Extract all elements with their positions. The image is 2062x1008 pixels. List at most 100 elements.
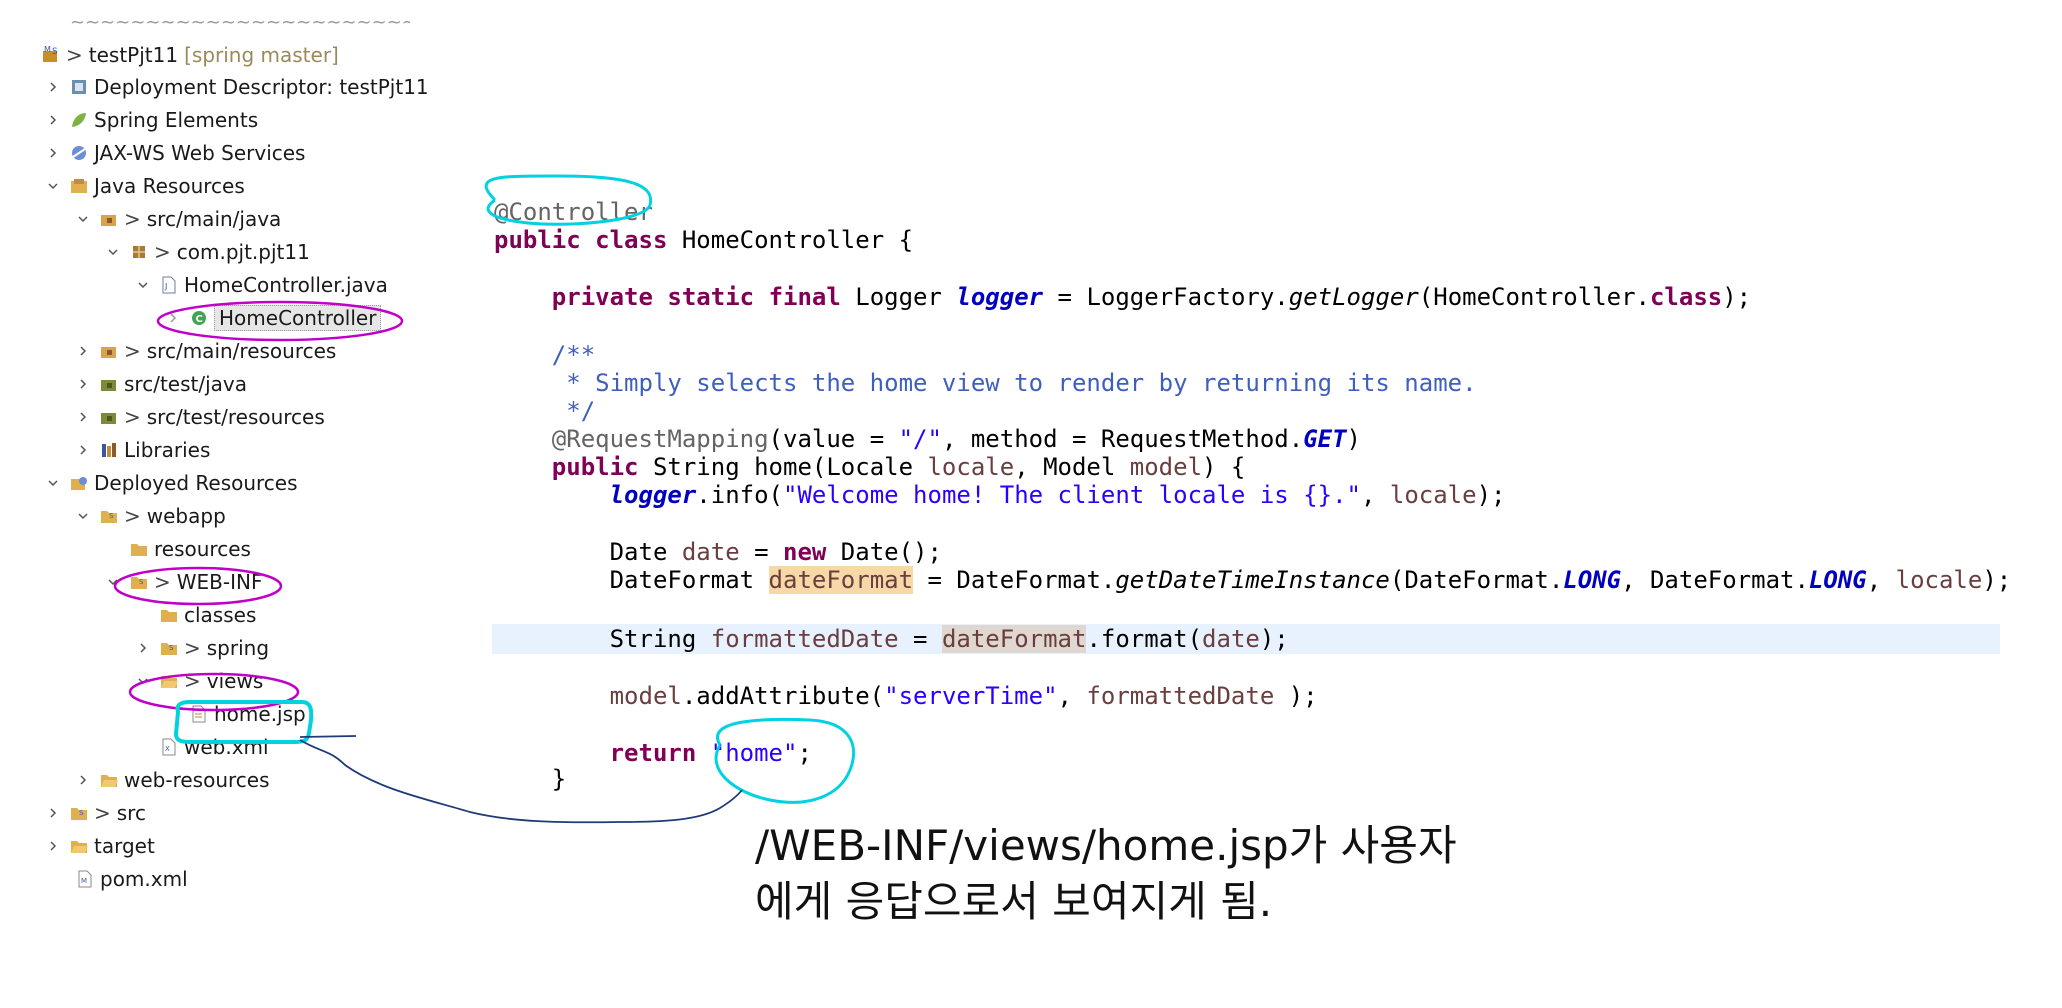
code-line: String formattedDate = dateFormat.format…	[609, 625, 1289, 653]
tree-item-deployment-descriptor[interactable]: Deployment Descriptor: testPjt11	[44, 70, 429, 103]
chevron-right-icon[interactable]	[44, 111, 62, 129]
code-line: public class HomeController {	[494, 226, 914, 254]
tree-label: src/test/java	[124, 371, 247, 396]
tree-item-jaxws[interactable]: JAX-WS Web Services	[44, 136, 305, 169]
tree-item-classes[interactable]: classes	[158, 598, 256, 631]
tree-item-resources[interactable]: resources	[128, 532, 251, 565]
folder-icon: S	[98, 505, 120, 527]
chevron-right-icon[interactable]	[134, 639, 152, 657]
tree-label: webapp	[146, 503, 226, 528]
git-branch-decoration: [spring master]	[184, 42, 339, 67]
tree-label: Deployed Resources	[94, 470, 298, 495]
code-line: @Controller	[494, 198, 653, 226]
tree-label: src/test/resources	[146, 404, 325, 429]
tree-item-spring-elements[interactable]: Spring Elements	[44, 103, 258, 136]
xml-file-icon: X	[158, 736, 180, 758]
chevron-down-icon[interactable]	[104, 573, 122, 591]
java-code-editor[interactable]: @Controller public class HomeController …	[470, 175, 2011, 815]
tree-label: Libraries	[124, 437, 211, 462]
tree-item-java-resources[interactable]: Java Resources	[44, 169, 245, 202]
package-icon	[128, 241, 150, 263]
dirty-marker: >	[184, 635, 201, 660]
tree-item-web-xml[interactable]: X web.xml	[158, 730, 269, 763]
folder-icon: S	[68, 802, 90, 824]
tree-item-target[interactable]: target	[44, 829, 155, 862]
tree-item-homecontroller-java[interactable]: J HomeController.java	[134, 268, 388, 301]
tree-label: src/main/java	[146, 206, 282, 231]
chevron-right-icon[interactable]	[74, 408, 92, 426]
source-folder-icon	[98, 373, 120, 395]
tree-item-package[interactable]: > com.pjt.pjt11	[104, 235, 310, 268]
caption-line-2: 에게 응답으로서 보여지게 됨.	[755, 877, 1273, 926]
chevron-down-icon[interactable]	[134, 276, 152, 294]
chevron-down-icon[interactable]	[44, 474, 62, 492]
chevron-right-icon[interactable]	[44, 804, 62, 822]
chevron-down-icon[interactable]	[74, 507, 92, 525]
svg-text:J: J	[164, 282, 167, 291]
chevron-right-icon[interactable]	[44, 837, 62, 855]
clipped-row: ~~~~~~~~~~~~~~~~~~~~~~~~~~~~~~~~~~	[70, 12, 410, 24]
dirty-marker: >	[154, 569, 171, 594]
tree-item-spring[interactable]: S > spring	[134, 631, 269, 664]
spring-leaf-icon	[68, 109, 90, 131]
tree-item-src-test-java[interactable]: src/test/java	[74, 367, 247, 400]
tree-item-homecontroller-class[interactable]: C HomeController	[164, 301, 382, 334]
chevron-right-icon[interactable]	[44, 78, 62, 96]
tree-item-src[interactable]: S > src	[44, 796, 146, 829]
chevron-right-icon[interactable]	[74, 441, 92, 459]
code-line: public String home(Locale locale, Model …	[551, 453, 1246, 481]
chevron-down-icon[interactable]	[104, 243, 122, 261]
code-line: @RequestMapping(value = "/", method = Re…	[551, 425, 1361, 453]
tree-label: web-resources	[124, 767, 270, 792]
svg-text:S: S	[79, 809, 84, 817]
chevron-right-icon[interactable]	[164, 309, 182, 327]
tree-label: HomeController	[214, 304, 382, 331]
tree-item-webapp[interactable]: S > webapp	[74, 499, 226, 532]
chevron-down-icon[interactable]	[44, 177, 62, 195]
folder-icon	[128, 538, 150, 560]
svg-text:M: M	[44, 45, 51, 54]
deployed-resources-icon	[68, 472, 90, 494]
tree-item-deployed-resources[interactable]: Deployed Resources	[44, 466, 298, 499]
code-line: DateFormat dateFormat = DateFormat.getDa…	[609, 566, 2012, 594]
libraries-icon	[98, 439, 120, 461]
tree-item-views[interactable]: > views	[134, 664, 263, 697]
tree-item-libraries[interactable]: Libraries	[74, 433, 210, 466]
code-line: Date date = new Date();	[609, 538, 942, 566]
tree-item-web-resources[interactable]: web-resources	[74, 763, 270, 796]
code-line: }	[551, 765, 567, 793]
code-line: /**	[551, 341, 596, 369]
tree-item-src-test-resources[interactable]: > src/test/resources	[74, 400, 325, 433]
chevron-down-icon[interactable]	[74, 210, 92, 228]
folder-icon	[158, 604, 180, 626]
tree-item-pom-xml[interactable]: M pom.xml	[74, 862, 188, 895]
source-folder-icon	[98, 340, 120, 362]
code-line: logger.info("Welcome home! The client lo…	[609, 481, 1506, 509]
tree-item-src-main-resources[interactable]: > src/main/resources	[74, 334, 336, 367]
tree-item-home-jsp[interactable]: home.jsp	[188, 697, 306, 730]
tree-label: com.pjt.pjt11	[176, 239, 310, 264]
deployment-descriptor-icon	[68, 76, 90, 98]
chevron-right-icon[interactable]	[44, 144, 62, 162]
tree-label: src/main/resources	[146, 338, 337, 363]
tree-label: HomeController.java	[184, 272, 388, 297]
chevron-right-icon[interactable]	[74, 771, 92, 789]
dirty-marker: >	[66, 42, 83, 67]
source-folder-icon	[98, 208, 120, 230]
tree-label: resources	[154, 536, 251, 561]
tree-item-web-inf[interactable]: S > WEB-INF	[104, 565, 262, 598]
web-services-icon	[68, 142, 90, 164]
chevron-right-icon[interactable]	[74, 375, 92, 393]
dirty-marker: >	[124, 338, 141, 363]
tree-label: classes	[184, 602, 257, 627]
tree-label: home.jsp	[214, 701, 306, 726]
tree-project-root[interactable]: MS > testPjt11 [spring master]	[40, 38, 339, 71]
maven-project-icon: MS	[40, 44, 62, 66]
svg-text:C: C	[196, 314, 203, 325]
chevron-down-icon[interactable]	[134, 672, 152, 690]
open-folder-icon	[68, 835, 90, 857]
tree-label: Deployment Descriptor: testPjt11	[94, 74, 429, 99]
chevron-right-icon[interactable]	[74, 342, 92, 360]
tree-item-src-main-java[interactable]: > src/main/java	[74, 202, 281, 235]
code-line: return "home";	[609, 739, 812, 767]
